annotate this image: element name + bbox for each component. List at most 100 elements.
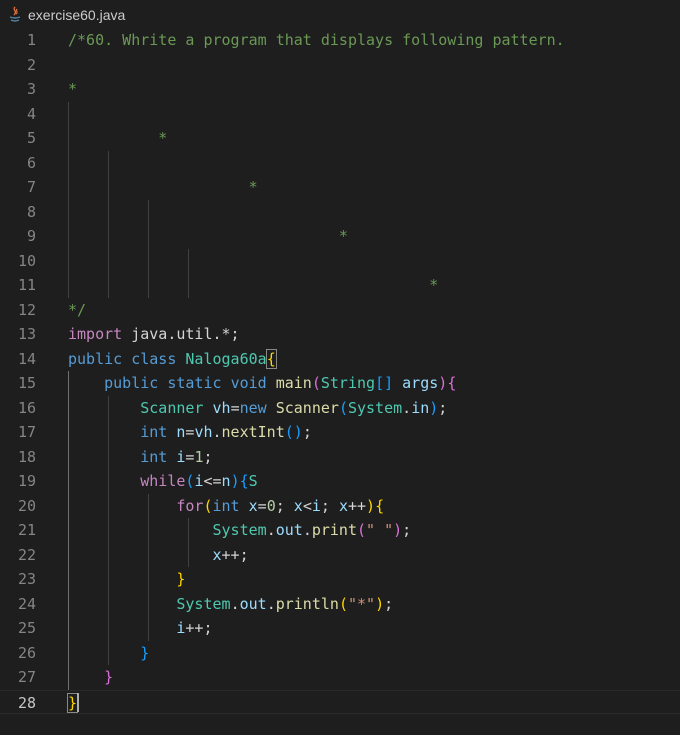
code-text: }	[68, 665, 113, 690]
code-token: (	[338, 594, 348, 613]
code-line[interactable]: 14 public class Naloga60a{	[0, 347, 680, 372]
code-token: )	[429, 398, 439, 417]
code-line[interactable]: 27 }	[0, 665, 680, 690]
code-text: Scanner vh=new Scanner(System.in);	[68, 396, 447, 421]
code-token: <	[302, 496, 312, 515]
code-line[interactable]: 21 System.out.print(" ");	[0, 518, 680, 543]
code-line[interactable]: 9 *	[0, 224, 680, 249]
code-token: *	[68, 276, 439, 294]
code-line[interactable]: 18 int i=1;	[0, 445, 680, 470]
code-text: i++;	[68, 616, 213, 641]
line-number: 3	[26, 80, 36, 98]
code-token: (	[357, 521, 367, 539]
code-line[interactable]: 10	[0, 249, 680, 274]
code-line[interactable]: 23 }	[0, 567, 680, 592]
code-token: out	[239, 594, 267, 613]
line-number: 27	[17, 668, 36, 686]
code-token: x	[293, 496, 303, 515]
code-line[interactable]: 28}	[0, 689, 680, 716]
code-line[interactable]: 1 /*60. Whrite a program that displays fo…	[0, 28, 680, 53]
code-line[interactable]: 5 *	[0, 126, 680, 151]
code-token: []	[375, 374, 394, 392]
code-token: {	[447, 374, 457, 392]
tab-label: exercise60.java	[28, 7, 126, 23]
code-line[interactable]: 26 }	[0, 641, 680, 666]
code-line[interactable]: 22 x++;	[0, 543, 680, 568]
code-line[interactable]: 24 System.out.println("*");	[0, 592, 680, 617]
code-token: Naloga60a	[185, 349, 267, 368]
code-token: n	[221, 472, 231, 490]
code-token: ;	[402, 521, 412, 539]
indent-guide	[148, 493, 149, 641]
java-file-icon	[8, 6, 22, 24]
code-token: while	[140, 472, 186, 490]
code-token: Scanner	[140, 398, 204, 417]
code-line[interactable]: 19 while(i<=n){S	[0, 469, 680, 494]
code-token: )	[375, 594, 385, 613]
code-line[interactable]: 17 int n=vh.nextInt();	[0, 420, 680, 445]
line-number: 15	[17, 374, 36, 392]
code-token: public	[104, 374, 159, 392]
code-line[interactable]: 15 public static void main(String[] args…	[0, 371, 680, 396]
code-token: for	[176, 496, 204, 515]
code-token: *	[68, 178, 258, 196]
code-text: *	[68, 273, 438, 298]
code-text: System.out.println("*");	[68, 592, 393, 617]
code-text: }	[66, 691, 79, 716]
line-number: 18	[17, 447, 36, 466]
code-token: void	[230, 374, 267, 392]
indent-guide	[148, 199, 149, 298]
code-line[interactable]: 13 import java.util.*;	[0, 322, 680, 347]
code-line[interactable]: 25 i++;	[0, 616, 680, 641]
code-token: vh	[212, 398, 231, 417]
code-line[interactable]: 7 *	[0, 175, 680, 200]
line-number: 10	[17, 251, 36, 270]
code-line[interactable]: 8	[0, 200, 680, 225]
tab-exercise60-java[interactable]: exercise60.java	[8, 4, 125, 26]
code-line[interactable]: 16 Scanner vh=new Scanner(System.in);	[0, 396, 680, 421]
code-token: main	[275, 374, 312, 392]
line-number: 17	[17, 423, 36, 441]
code-text: while(i<=n){S	[68, 469, 257, 494]
code-line[interactable]: 6	[0, 151, 680, 176]
code-line[interactable]: 2	[0, 53, 680, 78]
code-token: */	[68, 300, 87, 319]
code-line[interactable]: 3 *	[0, 77, 680, 102]
text-cursor	[77, 692, 79, 712]
code-token: ++;	[185, 619, 213, 637]
code-token: int	[140, 423, 168, 441]
line-number: 25	[17, 619, 36, 637]
indent-guide	[188, 518, 189, 567]
code-token: )	[230, 472, 240, 490]
indent-guide	[68, 101, 69, 298]
code-token: {	[375, 496, 385, 515]
code-line[interactable]: 11 *	[0, 273, 680, 298]
code-line[interactable]: 4	[0, 102, 680, 127]
code-text: *	[68, 224, 348, 249]
code-token: *	[68, 227, 348, 245]
code-editor[interactable]: 1 /*60. Whrite a program that displays fo…	[0, 28, 680, 735]
code-token: print	[311, 521, 357, 539]
code-text: int n=vh.nextInt();	[68, 420, 312, 445]
code-token: static	[167, 374, 222, 392]
code-line[interactable]: 12 */	[0, 298, 680, 323]
code-token: .	[230, 594, 240, 613]
line-number: 5	[26, 129, 36, 147]
code-text: int i=1;	[68, 445, 212, 470]
code-text: *	[68, 175, 258, 200]
line-number: 2	[26, 55, 36, 74]
code-token: i	[311, 496, 321, 515]
code-token: System	[347, 398, 403, 417]
code-token: in	[411, 398, 430, 417]
code-line[interactable]: 20 for(int x=0; x<i; x++){	[0, 494, 680, 519]
